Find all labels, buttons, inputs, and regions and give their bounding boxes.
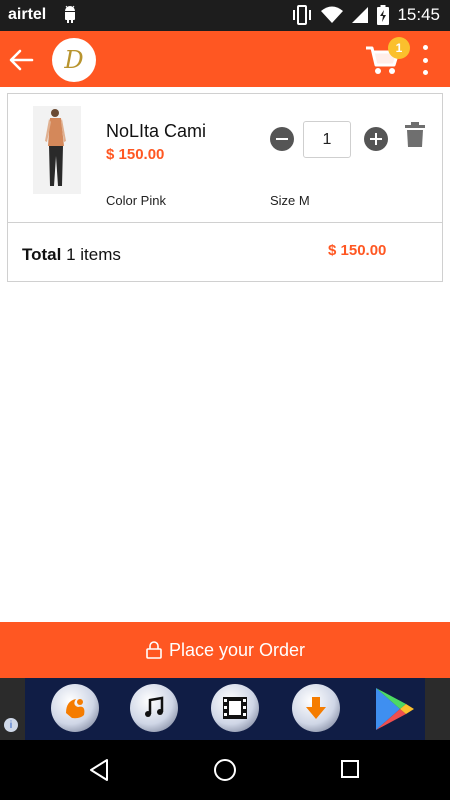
nav-back-icon[interactable] xyxy=(88,758,110,782)
app-bar: D 1 xyxy=(0,31,450,87)
brand-logo-text: D xyxy=(64,46,84,74)
brand-logo[interactable]: D xyxy=(52,38,96,82)
android-icon xyxy=(65,5,75,23)
total-label: Total xyxy=(22,245,62,264)
product-name: NoLIta Cami xyxy=(106,121,207,141)
video-icon[interactable] xyxy=(211,684,259,732)
cart-card: NoLIta Cami $ 150.00 1 Color Pink Size M… xyxy=(7,93,443,282)
battery-icon xyxy=(377,5,390,25)
total-price: $ 150.00 xyxy=(328,242,387,259)
status-bar: airtel 15:45 xyxy=(0,0,450,31)
nav-recents-icon[interactable] xyxy=(341,760,359,778)
wifi-icon xyxy=(321,6,344,23)
back-arrow-icon[interactable] xyxy=(8,47,34,73)
product-price: $ 150.00 xyxy=(106,146,165,163)
increase-quantity-icon[interactable] xyxy=(363,126,389,152)
more-options-icon[interactable] xyxy=(418,45,432,75)
total-summary: Total 1 items xyxy=(22,245,121,265)
cart-count-badge: 1 xyxy=(388,37,410,59)
quantity-input[interactable]: 1 xyxy=(303,121,351,158)
vibrate-icon xyxy=(293,5,312,25)
signal-icon xyxy=(352,7,369,23)
trash-icon[interactable] xyxy=(404,122,426,148)
nav-home-icon[interactable] xyxy=(214,759,236,781)
lock-icon xyxy=(146,641,162,659)
ad-banner[interactable]: i xyxy=(0,678,450,740)
decrease-quantity-icon[interactable] xyxy=(269,126,295,152)
system-nav-bar xyxy=(0,740,450,800)
total-item-count: 1 items xyxy=(66,245,121,264)
product-image[interactable] xyxy=(33,106,81,194)
play-store-icon[interactable] xyxy=(372,686,416,737)
uc-browser-icon[interactable] xyxy=(51,684,99,732)
carrier-name: airtel xyxy=(8,6,47,23)
clock: 15:45 xyxy=(397,5,440,24)
product-size: Size M xyxy=(270,193,310,208)
ad-info-icon[interactable]: i xyxy=(4,718,18,732)
music-icon[interactable] xyxy=(130,684,178,732)
cart-item: NoLIta Cami $ 150.00 1 Color Pink Size M xyxy=(8,94,442,223)
download-icon[interactable] xyxy=(292,684,340,732)
ad-right-edge xyxy=(425,678,450,740)
place-order-label: Place your Order xyxy=(168,639,306,660)
product-color: Color Pink xyxy=(106,193,166,208)
place-order-button[interactable]: Place your Order xyxy=(0,622,450,678)
